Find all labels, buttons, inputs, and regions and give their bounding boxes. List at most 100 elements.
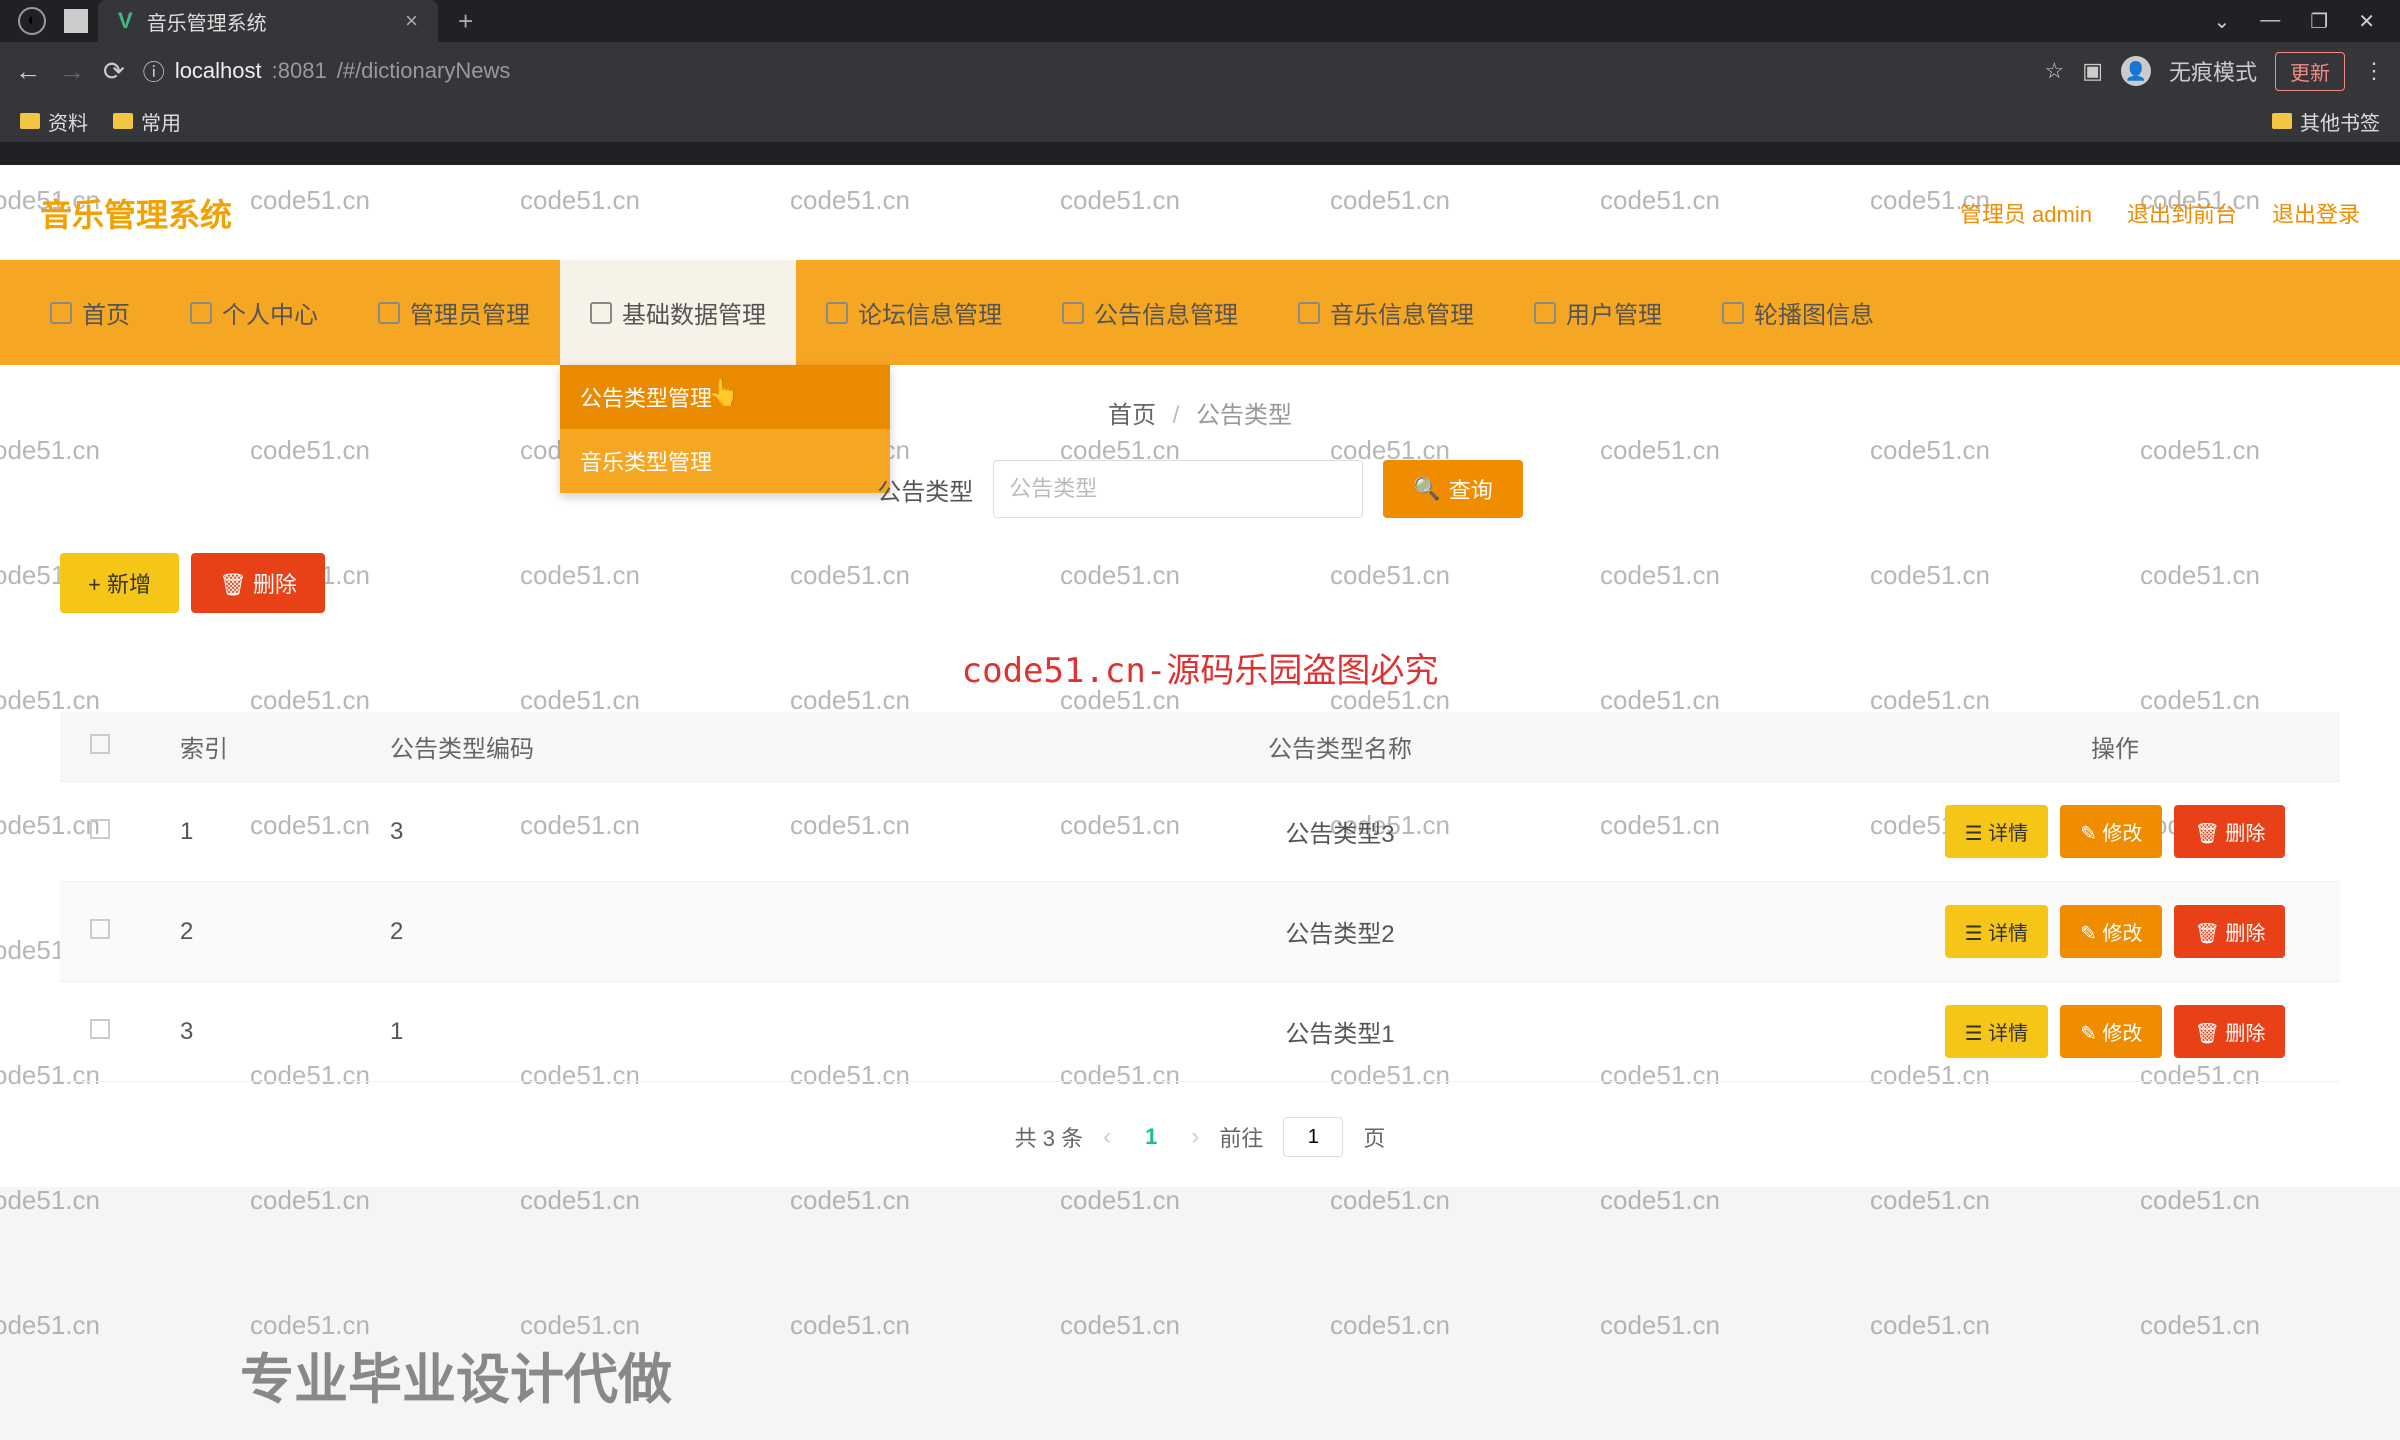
nav-icon bbox=[190, 302, 212, 324]
table-row: 31公告类型1 ☰ 详情✎ 修改🗑 删除 bbox=[60, 982, 2340, 1082]
action-row: + 新增 🗑 删除 bbox=[60, 553, 2340, 613]
page-prev[interactable]: ‹ bbox=[1103, 1123, 1111, 1151]
table-row: 22公告类型2☰ 详情✎ 修改🗑 删除 bbox=[60, 882, 2340, 982]
col-ops: 操作 bbox=[1890, 729, 2340, 764]
page-next[interactable]: › bbox=[1191, 1123, 1199, 1151]
reload-button[interactable]: ⟳ bbox=[103, 56, 125, 87]
minimize-icon[interactable]: — bbox=[2260, 9, 2280, 34]
bookmark-item[interactable]: 常用 bbox=[113, 107, 181, 136]
maximize-icon[interactable]: ❐ bbox=[2310, 9, 2328, 34]
row-checkbox[interactable] bbox=[90, 819, 110, 839]
goto-suffix: 页 bbox=[1363, 1121, 1385, 1153]
edit-button[interactable]: ✎ 修改 bbox=[2060, 805, 2162, 858]
bookmark-bar: 资料 常用 其他书签 bbox=[0, 100, 2400, 142]
data-table: 索引 公告类型编码 公告类型名称 操作 13公告类型3☰ 详情✎ 修改🗑 删除2… bbox=[60, 712, 2340, 1082]
content-area: 首页 / 公告类型 公告类型 🔍查询 + 新增 🗑 删除 code51.cn-源… bbox=[0, 365, 2400, 1187]
breadcrumb-current: 公告类型 bbox=[1196, 402, 1292, 429]
new-tab-button[interactable]: + bbox=[458, 6, 473, 37]
nav-icon bbox=[590, 302, 612, 324]
col-code: 公告类型编码 bbox=[390, 729, 790, 764]
nav-icon bbox=[1722, 302, 1744, 324]
row-checkbox[interactable] bbox=[90, 1019, 110, 1039]
cell-index: 3 bbox=[140, 1018, 390, 1046]
nav-item-7[interactable]: 用户管理 bbox=[1504, 260, 1692, 365]
breadcrumb: 首页 / 公告类型 bbox=[60, 395, 2340, 430]
nav-icon bbox=[826, 302, 848, 324]
page-current[interactable]: 1 bbox=[1131, 1118, 1171, 1156]
detail-button[interactable]: ☰ 详情 bbox=[1945, 905, 2049, 958]
select-all-checkbox[interactable] bbox=[90, 734, 110, 754]
app-title: 音乐管理系统 bbox=[40, 190, 232, 236]
nav-icon bbox=[50, 302, 72, 324]
nav-item-6[interactable]: 音乐信息管理 bbox=[1268, 260, 1504, 365]
add-button[interactable]: + 新增 bbox=[60, 553, 179, 613]
search-button[interactable]: 🔍查询 bbox=[1383, 460, 1522, 518]
pagination: 共 3 条 ‹ 1 › 前往 页 bbox=[60, 1117, 2340, 1157]
app-menu-icon[interactable]: ◐ bbox=[18, 7, 46, 35]
cell-name: 公告类型1 bbox=[790, 1014, 1890, 1049]
cell-index: 1 bbox=[140, 818, 390, 846]
search-input[interactable] bbox=[993, 460, 1363, 518]
nav-menu: 首页个人中心管理员管理基础数据管理公告类型管理👆音乐类型管理论坛信息管理公告信息… bbox=[0, 260, 2400, 365]
delete-button[interactable]: 🗑 删除 bbox=[2174, 805, 2285, 858]
table-header-row: 索引 公告类型编码 公告类型名称 操作 bbox=[60, 712, 2340, 782]
url-input[interactable]: ⓘ localhost:8081/#/dictionaryNews bbox=[143, 55, 2027, 87]
bookmark-item[interactable]: 资料 bbox=[20, 107, 88, 136]
nav-icon bbox=[1298, 302, 1320, 324]
page-total: 共 3 条 bbox=[1015, 1121, 1083, 1153]
update-button[interactable]: 更新 bbox=[2275, 52, 2345, 91]
menu-dots-icon[interactable]: ⋮ bbox=[2363, 58, 2385, 84]
tab-title: 音乐管理系统 bbox=[147, 7, 391, 36]
goto-input[interactable] bbox=[1283, 1117, 1343, 1157]
cell-name: 公告类型2 bbox=[790, 914, 1890, 949]
delete-batch-button[interactable]: 🗑 删除 bbox=[191, 553, 325, 613]
nav-item-0[interactable]: 首页 bbox=[20, 260, 160, 365]
chevron-down-icon[interactable]: ⌄ bbox=[2214, 9, 2231, 34]
cell-code: 2 bbox=[390, 918, 790, 946]
breadcrumb-home[interactable]: 首页 bbox=[1108, 402, 1156, 429]
detail-button[interactable]: ☰ 详情 bbox=[1945, 1005, 2049, 1058]
col-index: 索引 bbox=[140, 729, 390, 764]
cell-name: 公告类型3 bbox=[790, 814, 1890, 849]
goto-prefix: 前往 bbox=[1219, 1121, 1263, 1153]
nav-item-8[interactable]: 轮播图信息 bbox=[1692, 260, 1904, 365]
tab-preview-icon[interactable] bbox=[64, 9, 88, 33]
watermark-main: code51.cn-源码乐园盗图必究 bbox=[60, 643, 2340, 692]
search-row: 公告类型 🔍查询 bbox=[60, 460, 2340, 518]
close-window-icon[interactable]: ✕ bbox=[2358, 9, 2375, 34]
back-button[interactable]: ← bbox=[15, 56, 41, 87]
link-frontend[interactable]: 退出到前台 bbox=[2127, 197, 2237, 229]
browser-chrome: ◐ V 音乐管理系统 × + ⌄ — ❐ ✕ ← → ⟳ ⓘ localhost… bbox=[0, 0, 2400, 165]
forward-button[interactable]: → bbox=[59, 56, 85, 87]
nav-item-3[interactable]: 基础数据管理公告类型管理👆音乐类型管理 bbox=[560, 260, 796, 365]
vue-icon: V bbox=[118, 8, 133, 34]
nav-icon bbox=[1062, 302, 1084, 324]
nav-item-5[interactable]: 公告信息管理 bbox=[1032, 260, 1268, 365]
bookmark-other[interactable]: 其他书签 bbox=[2272, 107, 2380, 136]
window-controls: ⌄ — ❐ ✕ bbox=[2214, 9, 2400, 34]
table-row: 13公告类型3☰ 详情✎ 修改🗑 删除 bbox=[60, 782, 2340, 882]
app-header: 音乐管理系统 管理员 admin 退出到前台 退出登录 bbox=[0, 165, 2400, 260]
footer-ad-text: 专业毕业设计代做 bbox=[240, 1335, 672, 1414]
incognito-icon: 👤 bbox=[2121, 56, 2151, 86]
delete-button[interactable]: 🗑 删除 bbox=[2174, 905, 2285, 958]
browser-tab-active[interactable]: V 音乐管理系统 × bbox=[98, 0, 438, 42]
tab-bar: ◐ V 音乐管理系统 × + ⌄ — ❐ ✕ bbox=[0, 0, 2400, 42]
star-icon[interactable]: ☆ bbox=[2044, 58, 2064, 84]
app-root: code51.cncode51.cncode51.cncode51.cncode… bbox=[0, 165, 2400, 1187]
edit-button[interactable]: ✎ 修改 bbox=[2060, 905, 2162, 958]
nav-item-4[interactable]: 论坛信息管理 bbox=[796, 260, 1032, 365]
tab-close-icon[interactable]: × bbox=[405, 8, 418, 34]
cell-code: 1 bbox=[390, 1018, 790, 1046]
link-logout[interactable]: 退出登录 bbox=[2272, 197, 2360, 229]
nav-item-2[interactable]: 管理员管理 bbox=[348, 260, 560, 365]
nav-item-1[interactable]: 个人中心 bbox=[160, 260, 348, 365]
delete-button[interactable]: 🗑 删除 bbox=[2174, 1005, 2285, 1058]
search-label: 公告类型 bbox=[877, 472, 973, 507]
detail-button[interactable]: ☰ 详情 bbox=[1945, 805, 2049, 858]
incognito-label: 无痕模式 bbox=[2169, 55, 2257, 87]
row-checkbox[interactable] bbox=[90, 919, 110, 939]
edit-button[interactable]: ✎ 修改 bbox=[2060, 1005, 2162, 1058]
folder-icon bbox=[113, 113, 133, 129]
extension-icon[interactable]: ▣ bbox=[2082, 58, 2103, 84]
